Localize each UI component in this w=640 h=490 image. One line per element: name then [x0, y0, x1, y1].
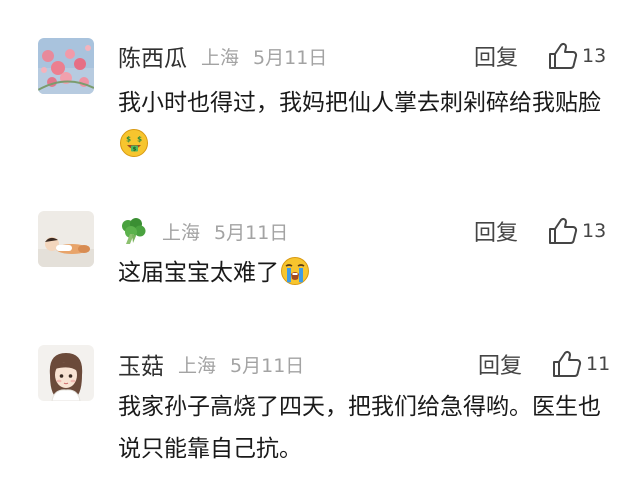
comment-text-content: 我小时也得过，我妈把仙人掌去刺剁碎给我贴脸 [118, 90, 601, 116]
comment-meta: 陈西瓜 上海 5月11日 [118, 40, 327, 72]
like-button[interactable]: 13 [548, 40, 606, 72]
svg-text:$: $ [126, 136, 131, 144]
like-count: 13 [582, 45, 607, 67]
comment-text: 我家孙子高烧了四天，把我们给急得哟。医生也说只能靠自己抗。 [118, 386, 608, 470]
comment-text-content: 这届宝宝太难了 [118, 260, 279, 286]
date: 5月11日 [214, 221, 289, 244]
reply-button[interactable]: 回复 [478, 348, 522, 380]
comment-text: 我小时也得过，我妈把仙人掌去刺剁碎给我贴脸 $ $ $ [118, 82, 608, 166]
sleeping-baby-avatar-image [38, 211, 94, 267]
date: 5月11日 [230, 354, 305, 377]
location: 上海 [162, 221, 201, 244]
like-count: 11 [586, 353, 611, 375]
thumbs-up-icon [549, 42, 578, 69]
like-count: 13 [582, 220, 607, 242]
avatar[interactable] [38, 38, 94, 94]
reply-button[interactable]: 回复 [474, 215, 518, 247]
girl-portrait-avatar-image [38, 345, 94, 401]
location: 上海 [201, 46, 240, 69]
thumbs-up-icon [553, 350, 582, 377]
comment-meta: 上海 5月11日 [118, 215, 288, 247]
flower-avatar-image [38, 38, 94, 94]
comment-text-content: 我家孙子高烧了四天，把我们给急得哟。医生也说只能靠自己抗。 [118, 394, 601, 462]
thumbs-up-icon [549, 217, 578, 244]
svg-text:$: $ [137, 136, 142, 144]
avatar[interactable] [38, 211, 94, 267]
like-button[interactable]: 11 [552, 348, 610, 380]
svg-text:$: $ [133, 147, 137, 153]
username[interactable]: 陈西瓜 [118, 39, 187, 73]
username[interactable] [118, 216, 148, 246]
loudly-crying-face-emoji [280, 256, 310, 286]
money-mouth-face-emoji: $ $ $ [119, 128, 149, 158]
avatar[interactable] [38, 345, 94, 401]
like-button[interactable]: 13 [548, 215, 606, 247]
date: 5月11日 [253, 46, 328, 69]
comment-text: 这届宝宝太难了 [118, 252, 618, 294]
comment-meta: 玉菇 上海 5月11日 [118, 348, 304, 380]
username[interactable]: 玉菇 [118, 347, 164, 381]
broccoli-emoji [122, 218, 146, 244]
reply-button[interactable]: 回复 [474, 40, 518, 72]
location: 上海 [178, 354, 217, 377]
